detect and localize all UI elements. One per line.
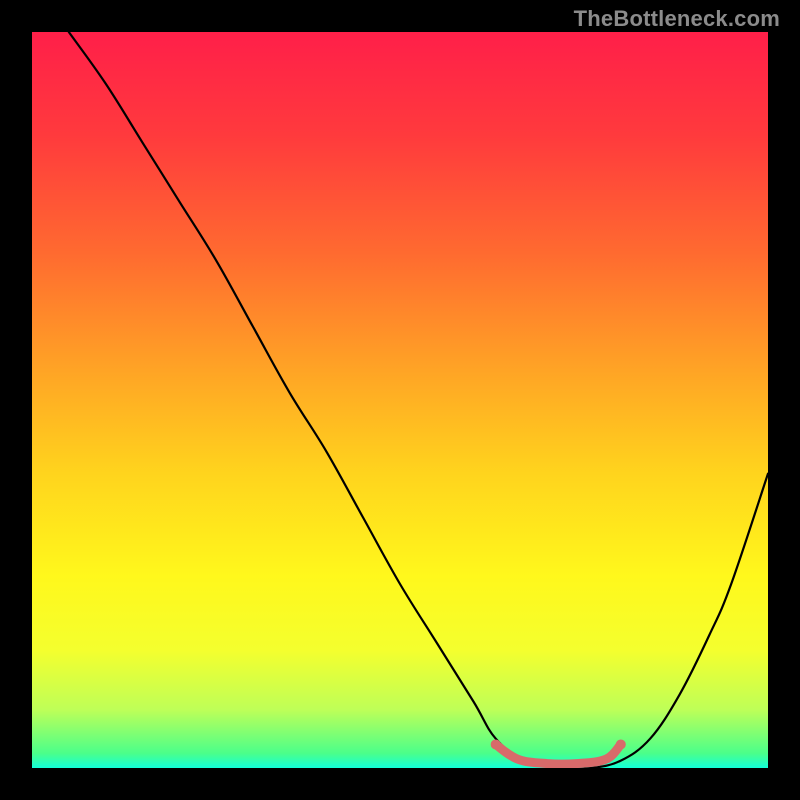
chart-svg	[32, 32, 768, 768]
highlight-end-dot	[616, 739, 626, 749]
chart-frame: TheBottleneck.com	[0, 0, 800, 800]
highlight-start-dot	[491, 739, 501, 749]
plot-area	[32, 32, 768, 768]
watermark-text: TheBottleneck.com	[574, 6, 780, 32]
